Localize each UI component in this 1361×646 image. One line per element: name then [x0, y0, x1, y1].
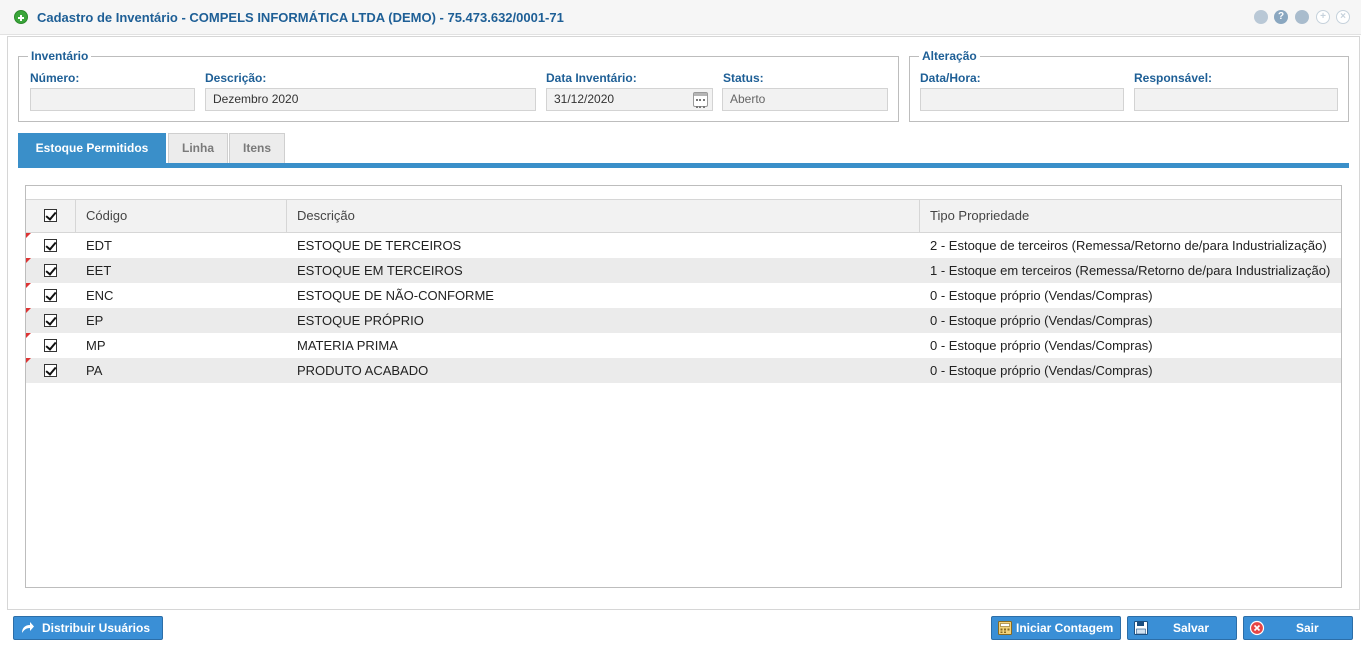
- data-hora-label: Data/Hora:: [920, 71, 981, 85]
- row-edit-marker: [26, 358, 31, 363]
- table-row[interactable]: MP MATERIA PRIMA 0 - Estoque próprio (Ve…: [26, 333, 1341, 358]
- cell-tipo: 1 - Estoque em terceiros (Remessa/Retorn…: [930, 263, 1331, 278]
- cell-descricao: ESTOQUE PRÓPRIO: [297, 313, 424, 328]
- cell-descricao: ESTOQUE DE NÃO-CONFORME: [297, 288, 494, 303]
- distribuir-usuarios-button[interactable]: Distribuir Usuários: [13, 616, 163, 640]
- share-arrow-icon: [22, 622, 34, 633]
- numero-label: Número:: [30, 71, 80, 85]
- move-icon[interactable]: +: [1316, 10, 1330, 24]
- header-codigo[interactable]: Código: [75, 200, 286, 232]
- data-hora-field: [920, 88, 1124, 111]
- status-field: Aberto: [722, 88, 888, 111]
- add-icon: [14, 10, 28, 24]
- cell-tipo: 0 - Estoque próprio (Vendas/Compras): [930, 338, 1153, 353]
- tab-estoque-permitidos[interactable]: Estoque Permitidos: [18, 133, 166, 163]
- tab-linha[interactable]: Linha: [168, 133, 228, 163]
- data-inventario-value: 31/12/2020: [554, 92, 615, 106]
- row-edit-marker: [26, 283, 31, 288]
- window-title: Cadastro de Inventário - COMPELS INFORMÁ…: [37, 10, 564, 25]
- tab-strip: [18, 163, 1349, 168]
- row-checkbox[interactable]: [44, 239, 57, 252]
- cell-tipo: 0 - Estoque próprio (Vendas/Compras): [930, 313, 1153, 328]
- row-edit-marker: [26, 333, 31, 338]
- cell-codigo: PA: [86, 363, 103, 378]
- inventario-group: Inventário Número: Descrição: Dezembro 2…: [18, 49, 899, 122]
- row-checkbox[interactable]: [44, 339, 57, 352]
- row-checkbox[interactable]: [44, 314, 57, 327]
- row-edit-marker: [26, 233, 31, 238]
- row-checkbox[interactable]: [44, 264, 57, 277]
- status-label: Status:: [723, 71, 764, 85]
- select-all-checkbox[interactable]: [44, 209, 57, 222]
- responsavel-field: [1134, 88, 1338, 111]
- cell-codigo: EDT: [86, 238, 112, 253]
- salvar-button[interactable]: Salvar: [1127, 616, 1237, 640]
- row-checkbox[interactable]: [44, 289, 57, 302]
- data-inventario-field[interactable]: 31/12/2020: [546, 88, 713, 111]
- exit-icon: [1249, 620, 1265, 636]
- sair-label: Sair: [1296, 621, 1319, 635]
- inventario-legend: Inventário: [28, 49, 92, 63]
- cell-codigo: EET: [86, 263, 112, 278]
- cell-codigo: MP: [86, 338, 106, 353]
- content-panel: Inventário Número: Descrição: Dezembro 2…: [7, 36, 1360, 610]
- descricao-label: Descrição:: [205, 71, 267, 85]
- floppy-disk-icon: [1134, 621, 1148, 635]
- sair-button[interactable]: Sair: [1243, 616, 1353, 640]
- cell-descricao: MATERIA PRIMA: [297, 338, 398, 353]
- tab-itens[interactable]: Itens: [229, 133, 285, 163]
- cell-tipo: 2 - Estoque de terceiros (Remessa/Retorn…: [930, 238, 1327, 253]
- responsavel-label: Responsável:: [1134, 71, 1213, 85]
- cell-codigo: EP: [86, 313, 104, 328]
- header-descricao[interactable]: Descrição: [286, 200, 919, 232]
- row-edit-marker: [26, 258, 31, 263]
- cell-descricao: PRODUTO ACABADO: [297, 363, 429, 378]
- table-row[interactable]: PA PRODUTO ACABADO 0 - Estoque próprio (…: [26, 358, 1341, 383]
- calendar-icon[interactable]: [693, 92, 708, 108]
- calculator-icon: [998, 621, 1012, 635]
- minimize-icon[interactable]: [1254, 10, 1268, 24]
- table-row[interactable]: EP ESTOQUE PRÓPRIO 0 - Estoque próprio (…: [26, 308, 1341, 333]
- window-titlebar: Cadastro de Inventário - COMPELS INFORMÁ…: [0, 0, 1361, 35]
- data-inventario-label: Data Inventário:: [546, 71, 637, 85]
- cell-tipo: 0 - Estoque próprio (Vendas/Compras): [930, 363, 1153, 378]
- table-row[interactable]: ENC ESTOQUE DE NÃO-CONFORME 0 - Estoque …: [26, 283, 1341, 308]
- cell-descricao: ESTOQUE EM TERCEIROS: [297, 263, 463, 278]
- table-row[interactable]: EDT ESTOQUE DE TERCEIROS 2 - Estoque de …: [26, 233, 1341, 258]
- cell-tipo: 0 - Estoque próprio (Vendas/Compras): [930, 288, 1153, 303]
- alteracao-group: Alteração Data/Hora: Responsável:: [909, 49, 1349, 122]
- help-icon[interactable]: ?: [1274, 10, 1288, 24]
- estoque-grid: Código Descrição Tipo Propriedade EDT ES…: [25, 185, 1342, 588]
- descricao-field[interactable]: Dezembro 2020: [205, 88, 536, 111]
- close-icon[interactable]: ×: [1336, 10, 1350, 24]
- row-checkbox[interactable]: [44, 364, 57, 377]
- header-tipo-propriedade[interactable]: Tipo Propriedade: [919, 200, 1341, 232]
- alteracao-legend: Alteração: [919, 49, 980, 63]
- cell-descricao: ESTOQUE DE TERCEIROS: [297, 238, 462, 253]
- row-edit-marker: [26, 308, 31, 313]
- distribuir-usuarios-label: Distribuir Usuários: [42, 621, 151, 635]
- grid-header: Código Descrição Tipo Propriedade: [26, 199, 1341, 233]
- numero-field[interactable]: [30, 88, 195, 111]
- play-icon[interactable]: [1295, 10, 1309, 24]
- cell-codigo: ENC: [86, 288, 114, 303]
- table-row[interactable]: EET ESTOQUE EM TERCEIROS 1 - Estoque em …: [26, 258, 1341, 283]
- iniciar-contagem-button[interactable]: Iniciar Contagem: [991, 616, 1121, 640]
- salvar-label: Salvar: [1173, 621, 1210, 635]
- iniciar-contagem-label: Iniciar Contagem: [1016, 621, 1114, 635]
